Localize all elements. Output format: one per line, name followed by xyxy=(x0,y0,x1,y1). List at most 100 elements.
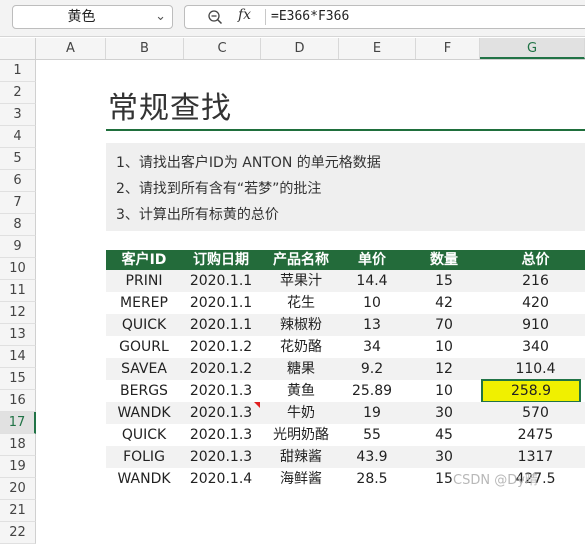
row-header-12[interactable]: 12 xyxy=(0,302,36,324)
cell-unit-price[interactable]: 13 xyxy=(342,314,402,336)
cell-customer-id[interactable]: BERGS xyxy=(106,380,182,402)
cell-product-name[interactable]: 辣椒粉 xyxy=(260,314,342,336)
row-header-3[interactable]: 3 xyxy=(0,104,36,126)
cell-order-date[interactable]: 2020.1.3 xyxy=(182,380,260,402)
cell-total-price[interactable]: 420 xyxy=(486,292,585,314)
row-header-19[interactable]: 19 xyxy=(0,456,36,478)
row-header-1[interactable]: 1 xyxy=(0,60,36,82)
column-header-e[interactable]: E xyxy=(339,38,416,59)
column-header-a[interactable]: A xyxy=(36,38,106,59)
row-header-9[interactable]: 9 xyxy=(0,236,36,258)
formula-input-area[interactable]: fx =E366*F366 xyxy=(184,5,585,29)
cell-order-date[interactable]: 2020.1.3 xyxy=(182,402,260,424)
zoom-out-icon[interactable] xyxy=(207,9,223,25)
column-header-b[interactable]: B xyxy=(106,38,184,59)
header-quantity[interactable]: 数量 xyxy=(402,250,486,270)
cell-unit-price[interactable]: 14.4 xyxy=(342,270,402,292)
cell-customer-id[interactable]: GOURL xyxy=(106,336,182,358)
cell-order-date[interactable]: 2020.1.4 xyxy=(182,468,260,490)
formula-text[interactable]: =E366*F366 xyxy=(271,6,349,28)
cell-total-price[interactable]: 1317 xyxy=(486,446,585,468)
row-header-14[interactable]: 14 xyxy=(0,346,36,368)
row-header-15[interactable]: 15 xyxy=(0,368,36,390)
cell-customer-id[interactable]: MEREP xyxy=(106,292,182,314)
cell-total-price[interactable]: 110.4 xyxy=(486,358,585,380)
header-total-price[interactable]: 总价 xyxy=(486,250,585,270)
name-box-value[interactable]: 黄色 xyxy=(13,6,150,28)
cell-customer-id[interactable]: QUICK xyxy=(106,424,182,446)
cell-total-price[interactable]: 216 xyxy=(486,270,585,292)
cell-customer-id[interactable]: FOLIG xyxy=(106,446,182,468)
cell-customer-id[interactable]: QUICK xyxy=(106,314,182,336)
row-header-8[interactable]: 8 xyxy=(0,214,36,236)
cell-customer-id[interactable]: WANDK xyxy=(106,402,182,424)
row-header-2[interactable]: 2 xyxy=(0,82,36,104)
row-header-5[interactable]: 5 xyxy=(0,148,36,170)
row-header-13[interactable]: 13 xyxy=(0,324,36,346)
cell-product-name[interactable]: 花奶酪 xyxy=(260,336,342,358)
row-header-17[interactable]: 17 xyxy=(0,412,36,434)
cell-unit-price[interactable]: 34 xyxy=(342,336,402,358)
row-header-22[interactable]: 22 xyxy=(0,522,36,544)
cell-customer-id[interactable]: WANDK xyxy=(106,468,182,490)
cell-quantity[interactable]: 30 xyxy=(402,446,486,468)
row-header-7[interactable]: 7 xyxy=(0,192,36,214)
cell-quantity[interactable]: 30 xyxy=(402,402,486,424)
cell-quantity[interactable]: 42 xyxy=(402,292,486,314)
cell-quantity[interactable]: 45 xyxy=(402,424,486,446)
cell-order-date[interactable]: 2020.1.1 xyxy=(182,292,260,314)
cell-product-name[interactable]: 糖果 xyxy=(260,358,342,380)
row-header-6[interactable]: 6 xyxy=(0,170,36,192)
cell-total-price[interactable]: 340 xyxy=(486,336,585,358)
cell-product-name[interactable]: 甜辣酱 xyxy=(260,446,342,468)
insert-function-icon[interactable]: fx xyxy=(238,7,251,23)
column-header-d[interactable]: D xyxy=(261,38,339,59)
cell-total-price[interactable]: 2475 xyxy=(486,424,585,446)
cell-order-date[interactable]: 2020.1.3 xyxy=(182,446,260,468)
cell-unit-price[interactable]: 19 xyxy=(342,402,402,424)
cell-unit-price[interactable]: 9.2 xyxy=(342,358,402,380)
cell-customer-id[interactable]: SAVEA xyxy=(106,358,182,380)
row-header-16[interactable]: 16 xyxy=(0,390,36,412)
comment-indicator[interactable] xyxy=(254,402,260,408)
cell-unit-price[interactable]: 25.89 xyxy=(342,380,402,402)
cell-product-name[interactable]: 牛奶 xyxy=(260,402,342,424)
cell-customer-id[interactable]: PRINI xyxy=(106,270,182,292)
row-header-10[interactable]: 10 xyxy=(0,258,36,280)
cell-unit-price[interactable]: 28.5 xyxy=(342,468,402,490)
cell-total-price-highlighted[interactable]: 258.9 xyxy=(481,379,581,403)
cell-quantity[interactable]: 10 xyxy=(402,336,486,358)
cell-unit-price[interactable]: 10 xyxy=(342,292,402,314)
column-header-c[interactable]: C xyxy=(184,38,261,59)
chevron-down-icon[interactable]: ⌄ xyxy=(155,6,166,28)
cell-order-date[interactable]: 2020.1.1 xyxy=(182,270,260,292)
cell-total-price[interactable]: 910 xyxy=(486,314,585,336)
cell-order-date[interactable]: 2020.1.1 xyxy=(182,314,260,336)
cell-order-date[interactable]: 2020.1.3 xyxy=(182,424,260,446)
cell-product-name[interactable]: 海鲜酱 xyxy=(260,468,342,490)
cell-unit-price[interactable]: 43.9 xyxy=(342,446,402,468)
header-unit-price[interactable]: 单价 xyxy=(342,250,402,270)
cell-product-name[interactable]: 光明奶酪 xyxy=(260,424,342,446)
header-order-date[interactable]: 订购日期 xyxy=(182,250,260,270)
cell-quantity[interactable]: 10 xyxy=(402,380,486,402)
cell-order-date[interactable]: 2020.1.2 xyxy=(182,358,260,380)
row-header-21[interactable]: 21 xyxy=(0,500,36,522)
cell-quantity[interactable]: 70 xyxy=(402,314,486,336)
cell-quantity[interactable]: 15 xyxy=(402,270,486,292)
row-header-18[interactable]: 18 xyxy=(0,434,36,456)
cell-quantity[interactable]: 12 xyxy=(402,358,486,380)
cell-product-name[interactable]: 苹果汁 xyxy=(260,270,342,292)
cell-product-name[interactable]: 花生 xyxy=(260,292,342,314)
cell-unit-price[interactable]: 55 xyxy=(342,424,402,446)
column-header-f[interactable]: F xyxy=(416,38,480,59)
name-box[interactable]: 黄色 ⌄ xyxy=(12,5,173,29)
cell-order-date[interactable]: 2020.1.2 xyxy=(182,336,260,358)
header-customer-id[interactable]: 客户ID xyxy=(106,250,182,270)
cell-total-price[interactable]: 570 xyxy=(486,402,585,424)
row-header-4[interactable]: 4 xyxy=(0,126,36,148)
header-product-name[interactable]: 产品名称 xyxy=(260,250,342,270)
column-header-g[interactable]: G xyxy=(480,38,585,59)
select-all-corner[interactable] xyxy=(0,38,36,59)
row-header-11[interactable]: 11 xyxy=(0,280,36,302)
